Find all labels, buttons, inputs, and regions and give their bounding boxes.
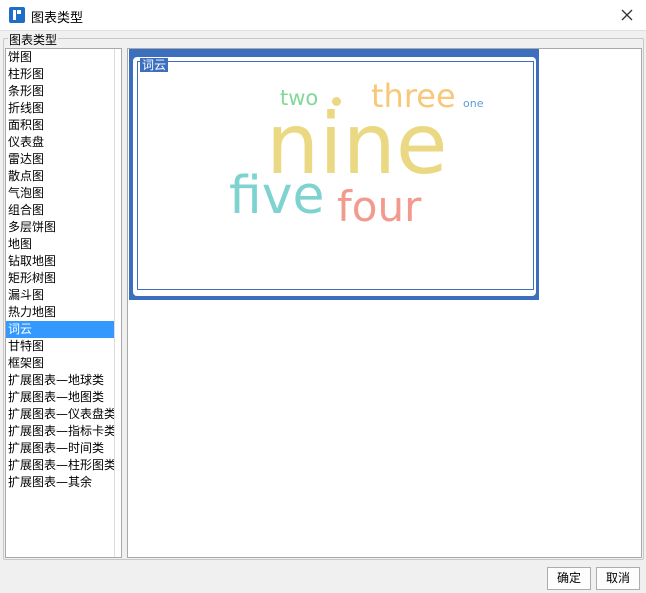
group-label: 图表类型 [8, 31, 59, 48]
chart-type-item[interactable]: 热力地图 [6, 304, 121, 321]
chart-type-item[interactable]: 气泡图 [6, 185, 121, 202]
list-scrollbar[interactable] [114, 49, 121, 557]
chart-type-item[interactable]: 柱形图 [6, 66, 121, 83]
window-title: 图表类型 [31, 11, 84, 26]
word-five: five [229, 166, 325, 226]
thumbnail-label: 词云 [140, 58, 169, 72]
chart-type-item[interactable]: 饼图 [6, 49, 121, 66]
chart-type-item[interactable]: 多层饼图 [6, 219, 121, 236]
close-icon [621, 9, 633, 21]
word-one: one [463, 97, 484, 110]
close-button[interactable] [614, 3, 640, 27]
word-four: four [337, 182, 422, 231]
chart-thumbnail-wordcloud[interactable]: nine five four three two one 词云 [129, 49, 539, 300]
chart-type-item[interactable]: 词云 [6, 321, 121, 338]
chart-type-item[interactable]: 组合图 [6, 202, 121, 219]
app-icon [9, 7, 25, 23]
chart-type-item[interactable]: 钻取地图 [6, 253, 121, 270]
chart-type-item[interactable]: 扩展图表—地球类 [6, 372, 121, 389]
chart-type-item[interactable]: 矩形树图 [6, 270, 121, 287]
chart-type-item[interactable]: 散点图 [6, 168, 121, 185]
chart-type-item[interactable]: 扩展图表—其余 [6, 474, 121, 491]
chart-type-list[interactable]: 饼图 柱形图 条形图 折线图 面积图 仪表盘 雷达图 散点图 气泡图 组合图 多层饼图 地图 钻取地图矩… [5, 48, 122, 558]
chart-type-item[interactable]: 条形图 [6, 83, 121, 100]
title-bar: 图表类型 [0, 0, 646, 31]
ok-button[interactable]: 确定 [547, 567, 591, 590]
chart-type-item[interactable]: 框架图 [6, 355, 121, 372]
word-two: two [280, 86, 319, 110]
chart-type-item[interactable]: 扩展图表—指标卡类 [6, 423, 121, 440]
chart-type-item[interactable]: 地图 [6, 236, 121, 253]
chart-type-item[interactable]: 甘特图 [6, 338, 121, 355]
chart-type-item[interactable]: 扩展图表—时间类 [6, 440, 121, 457]
word-three: three [371, 77, 456, 115]
chart-type-item[interactable]: 扩展图表—地图类 [6, 389, 121, 406]
chart-type-item[interactable]: 雷达图 [6, 151, 121, 168]
chart-type-item[interactable]: 漏斗图 [6, 287, 121, 304]
chart-type-item[interactable]: 仪表盘 [6, 134, 121, 151]
word-dot [332, 97, 341, 106]
cancel-button[interactable]: 取消 [596, 567, 640, 590]
chart-type-item[interactable]: 折线图 [6, 100, 121, 117]
chart-type-item[interactable]: 扩展图表—柱形图类 [6, 457, 121, 474]
thumbnail-frame: nine five four three two one 词云 [133, 57, 536, 296]
chart-type-item[interactable]: 面积图 [6, 117, 121, 134]
wordcloud-canvas: nine five four three two one [137, 61, 534, 290]
chart-type-item[interactable]: 扩展图表—仪表盘类 [6, 406, 121, 423]
